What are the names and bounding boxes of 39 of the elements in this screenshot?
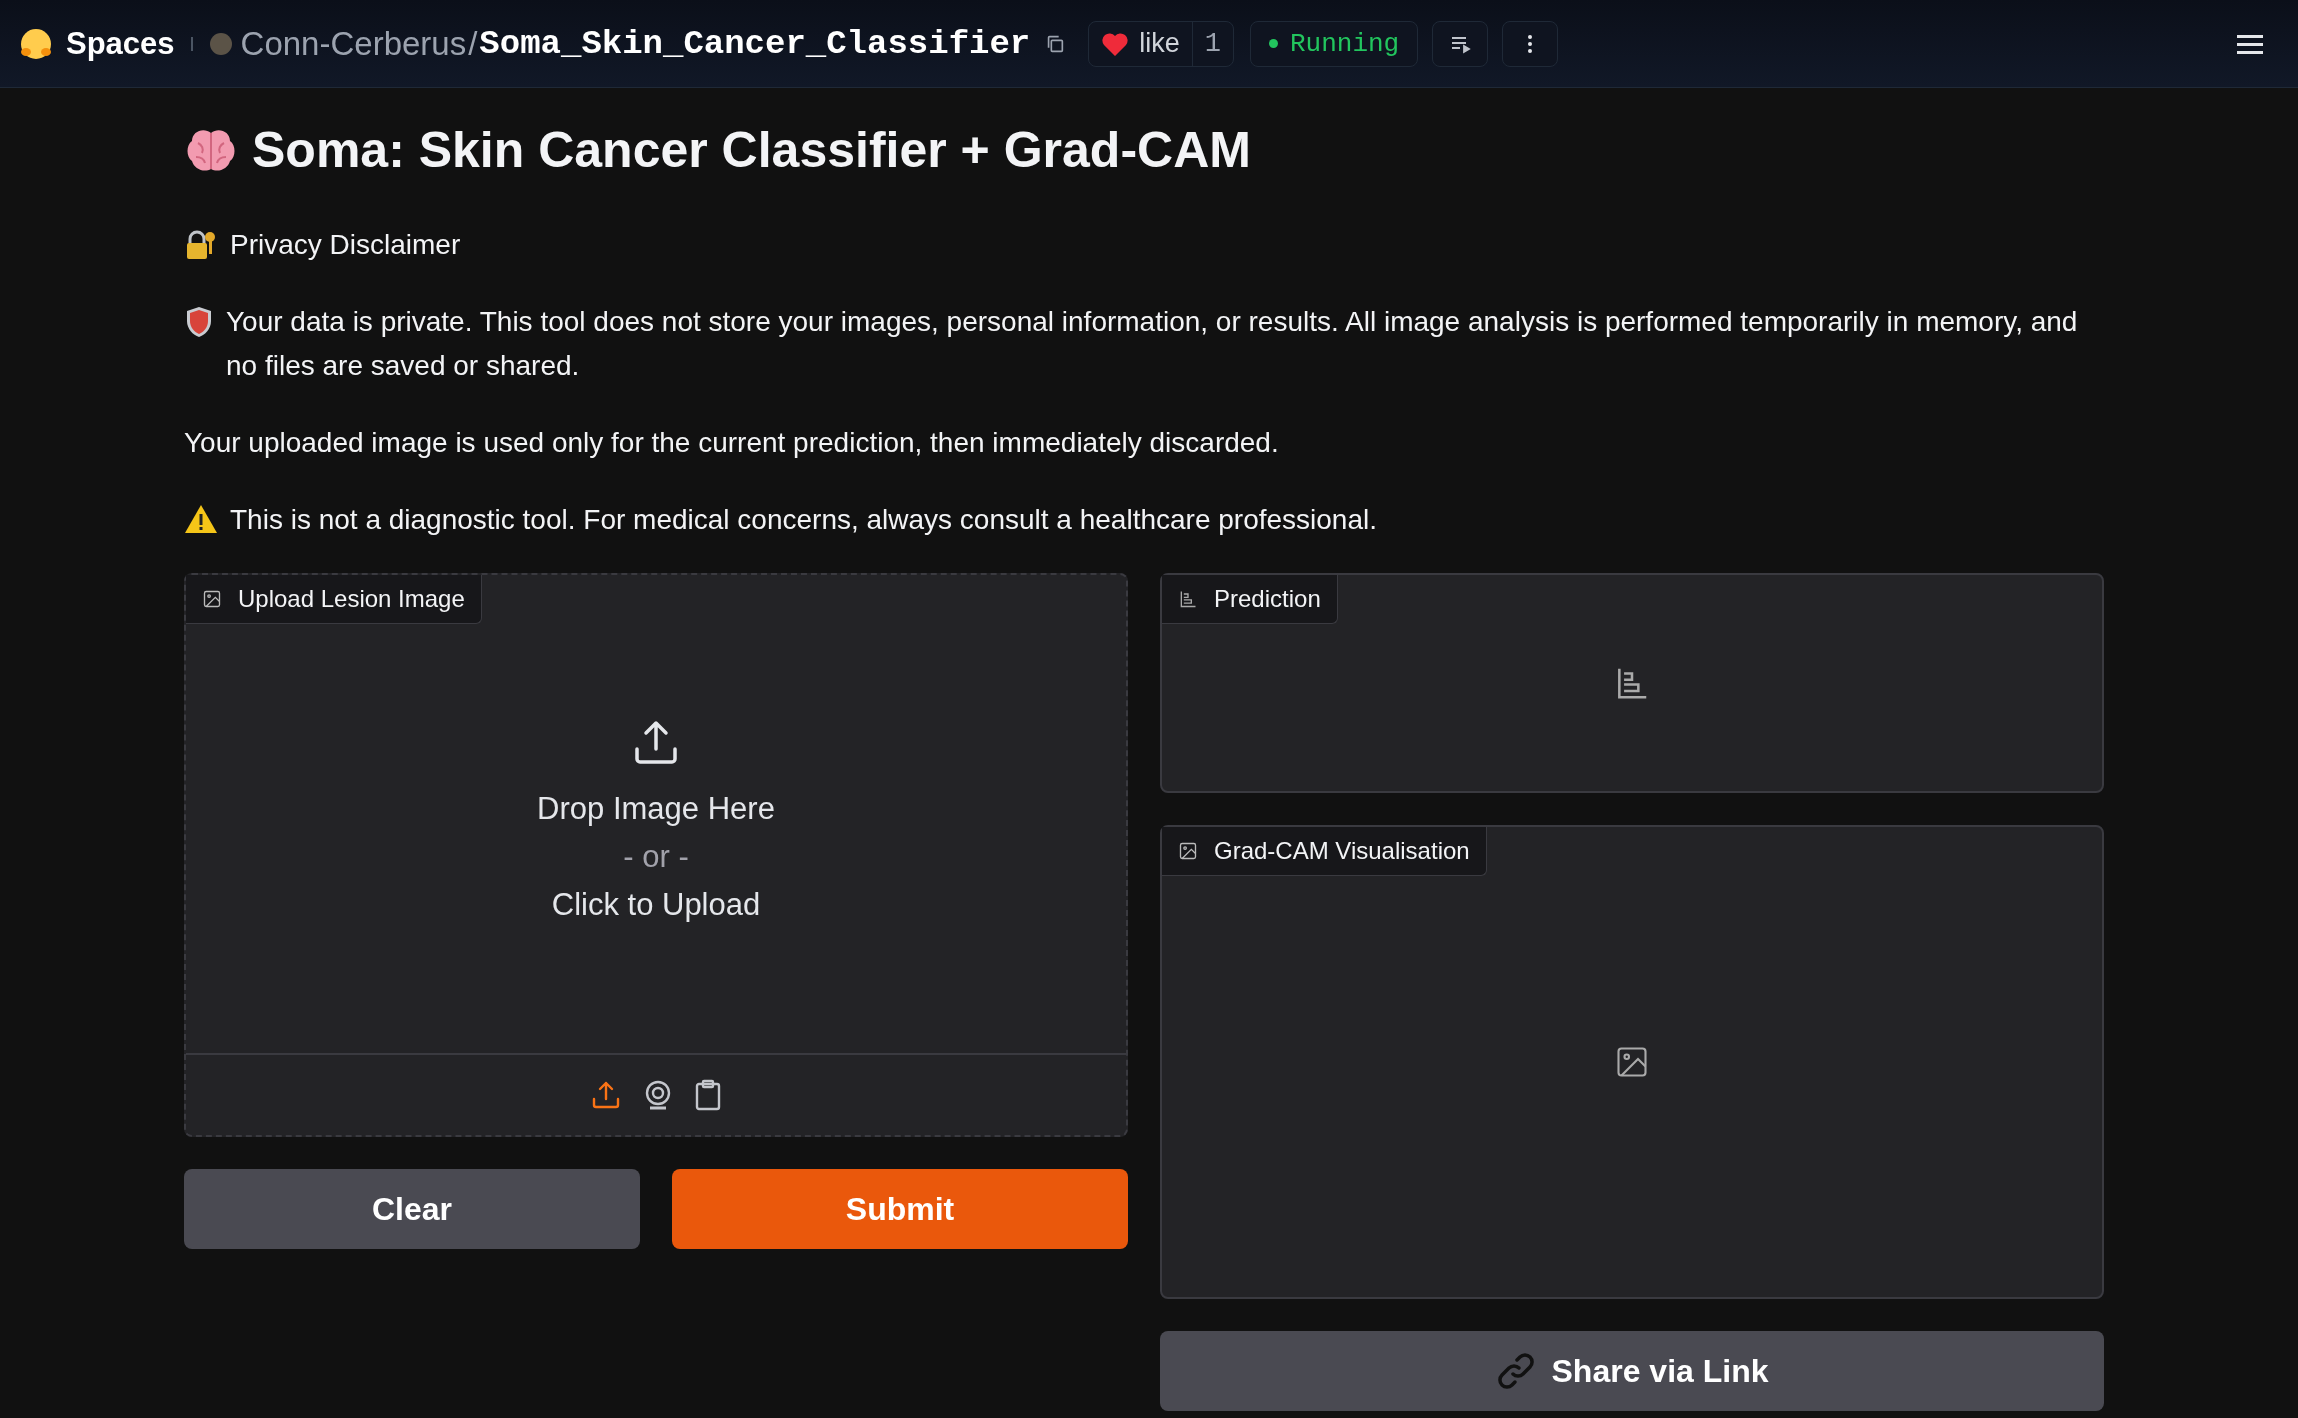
logs-button[interactable] (1432, 20, 1489, 67)
disclaimer-text: Your data is private. This tool does not store your images, personal information, or results. All image analysis is performed temporarily in memory, and no files are saved or shared. (226, 305, 2079, 383)
path-separator: / (468, 24, 478, 63)
clear-button[interactable]: Clear (184, 1169, 640, 1249)
clipboard-icon[interactable] (695, 1079, 721, 1111)
webcam-icon[interactable] (643, 1080, 673, 1110)
upload-dropzone[interactable]: Upload Lesion Image Drop Image Here - or - Click to Upload (184, 573, 1128, 1137)
upload-icon[interactable] (591, 1080, 621, 1110)
warning-icon (184, 503, 218, 535)
bar-chart-icon (1178, 589, 1198, 609)
like-label: like (1139, 28, 1180, 59)
section-heading: Privacy Disclaimer (230, 228, 461, 262)
disclaimer-text: Your uploaded image is used only for the current prediction, then immediately discarded. (184, 426, 1279, 460)
shield-icon (184, 305, 214, 339)
share-button[interactable]: Share via Link (1160, 1331, 2104, 1411)
more-icon (1526, 32, 1535, 55)
upload-label-text: Upload Lesion Image (238, 585, 465, 613)
image-icon (1614, 1044, 1650, 1080)
submit-button[interactable]: Submit (672, 1169, 1128, 1249)
upload-icon (632, 719, 680, 767)
link-icon (1495, 1351, 1536, 1391)
gradcam-label: Grad-CAM Visualisation (1162, 827, 1487, 876)
image-icon (202, 589, 222, 609)
upload-text: Click to Upload (551, 886, 761, 924)
status-badge: Running (1249, 20, 1419, 67)
like-count: 1 (1203, 27, 1222, 61)
lock-icon (184, 228, 218, 262)
brand-name[interactable]: Spaces (66, 25, 175, 62)
drop-text: Drop Image Here (537, 790, 775, 828)
image-icon (1178, 841, 1198, 861)
repo-link[interactable]: Soma_Skin_Cancer_Classifier (479, 24, 1031, 63)
like-button[interactable]: like 1 (1088, 20, 1234, 67)
prediction-label: Prediction (1162, 575, 1338, 624)
or-text: - or - (623, 838, 689, 876)
page-title: Soma: Skin Cancer Classifier + Grad-CAM (252, 121, 1251, 180)
menu-icon[interactable] (2236, 32, 2264, 55)
owner-link[interactable]: Conn-Cerberus (240, 24, 467, 63)
avatar-icon (208, 31, 233, 56)
disclaimer-text: This is not a diagnostic tool. For medical concerns, always consult a healthcare professional. (230, 503, 1377, 537)
